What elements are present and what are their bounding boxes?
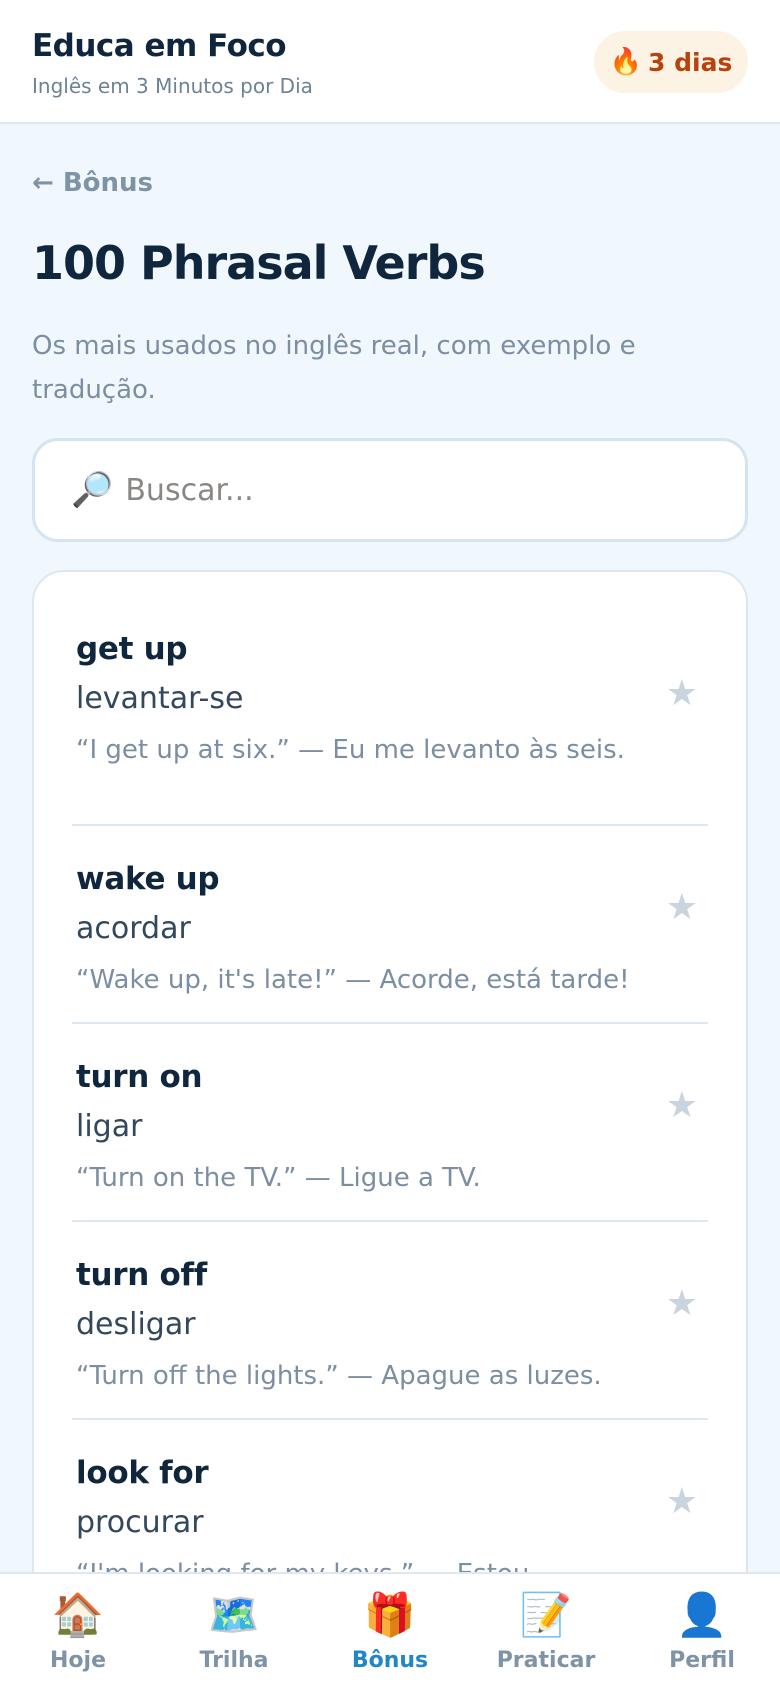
app-header: Educa em Foco Inglês em 3 Minutos por Di…: [0, 0, 780, 124]
nav-label: Perfil: [669, 1648, 735, 1673]
favorite-star-icon[interactable]: ★: [666, 1286, 698, 1322]
map-icon: 🗺️: [207, 1590, 261, 1639]
favorite-star-icon[interactable]: ★: [666, 1484, 698, 1520]
gift-icon: 🎁: [363, 1590, 417, 1639]
search-box[interactable]: 🔎: [32, 438, 748, 542]
verb-translation: levantar-se: [76, 681, 244, 716]
nav-label: Trilha: [199, 1648, 269, 1673]
fire-icon: 🔥: [609, 47, 643, 77]
verb-example: “Wake up, it's late!” — Acorde, está tar…: [76, 965, 630, 995]
verb-term: wake up: [76, 861, 220, 897]
nav-label: Praticar: [496, 1648, 596, 1673]
verb-example: “Turn off the lights.” — Apague as luzes…: [76, 1361, 602, 1391]
list-item[interactable]: wake up acordar “Wake up, it's late!” — …: [72, 826, 708, 1024]
favorite-star-icon[interactable]: ★: [666, 676, 698, 712]
streak-count: 3 dias: [648, 47, 733, 77]
verb-example: “Turn on the TV.” — Ligue a TV.: [76, 1163, 481, 1193]
brand-subtitle: Inglês em 3 Minutos por Dia: [32, 74, 313, 98]
verb-translation: acordar: [76, 911, 191, 946]
search-icon: 🔎: [71, 470, 114, 510]
nav-label: Bônus: [351, 1648, 429, 1673]
list-item[interactable]: get up levantar-se “I get up at six.” — …: [72, 628, 708, 826]
pencil-paper-icon: 📝: [519, 1590, 573, 1639]
nav-item-bonus[interactable]: 🎁 Bônus: [334, 1574, 446, 1688]
search-input[interactable]: [125, 472, 686, 508]
page-title: 100 Phrasal Verbs: [32, 236, 486, 290]
verb-term: turn on: [76, 1059, 203, 1095]
nav-item-praticar[interactable]: 📝 Praticar: [490, 1574, 602, 1688]
nav-item-hoje[interactable]: 🏠 Hoje: [22, 1574, 134, 1688]
house-icon: 🏠: [51, 1590, 105, 1639]
nav-label: Hoje: [50, 1648, 106, 1673]
list-item[interactable]: turn on ligar “Turn on the TV.” — Ligue …: [72, 1024, 708, 1222]
bottom-nav: 🏠 Hoje 🗺️ Trilha 🎁 Bônus 📝 Praticar 👤 Pe…: [0, 1572, 780, 1688]
verb-translation: procurar: [76, 1505, 204, 1540]
back-to-bonus-link[interactable]: ← Bônus: [32, 168, 153, 198]
verb-term: look for: [76, 1455, 209, 1491]
list-item[interactable]: turn off desligar “Turn off the lights.”…: [72, 1222, 708, 1420]
phrasal-verbs-list: get up levantar-se “I get up at six.” — …: [32, 570, 748, 1688]
verb-term: turn off: [76, 1257, 207, 1293]
verb-translation: desligar: [76, 1307, 196, 1342]
verb-term: get up: [76, 631, 188, 667]
favorite-star-icon[interactable]: ★: [666, 1088, 698, 1124]
streak-badge[interactable]: 🔥 3 dias: [594, 31, 748, 93]
nav-item-trilha[interactable]: 🗺️ Trilha: [178, 1574, 290, 1688]
user-icon: 👤: [675, 1590, 729, 1639]
verb-example: “I get up at six.” — Eu me levanto às se…: [76, 735, 625, 765]
favorite-star-icon[interactable]: ★: [666, 890, 698, 926]
verb-translation: ligar: [76, 1109, 143, 1144]
page-description: Os mais usados no inglês real, com exemp…: [32, 331, 636, 405]
brand-title: Educa em Foco: [32, 28, 287, 64]
app-root: Educa em Foco Inglês em 3 Minutos por Di…: [0, 0, 780, 1688]
nav-item-perfil[interactable]: 👤 Perfil: [646, 1574, 758, 1688]
